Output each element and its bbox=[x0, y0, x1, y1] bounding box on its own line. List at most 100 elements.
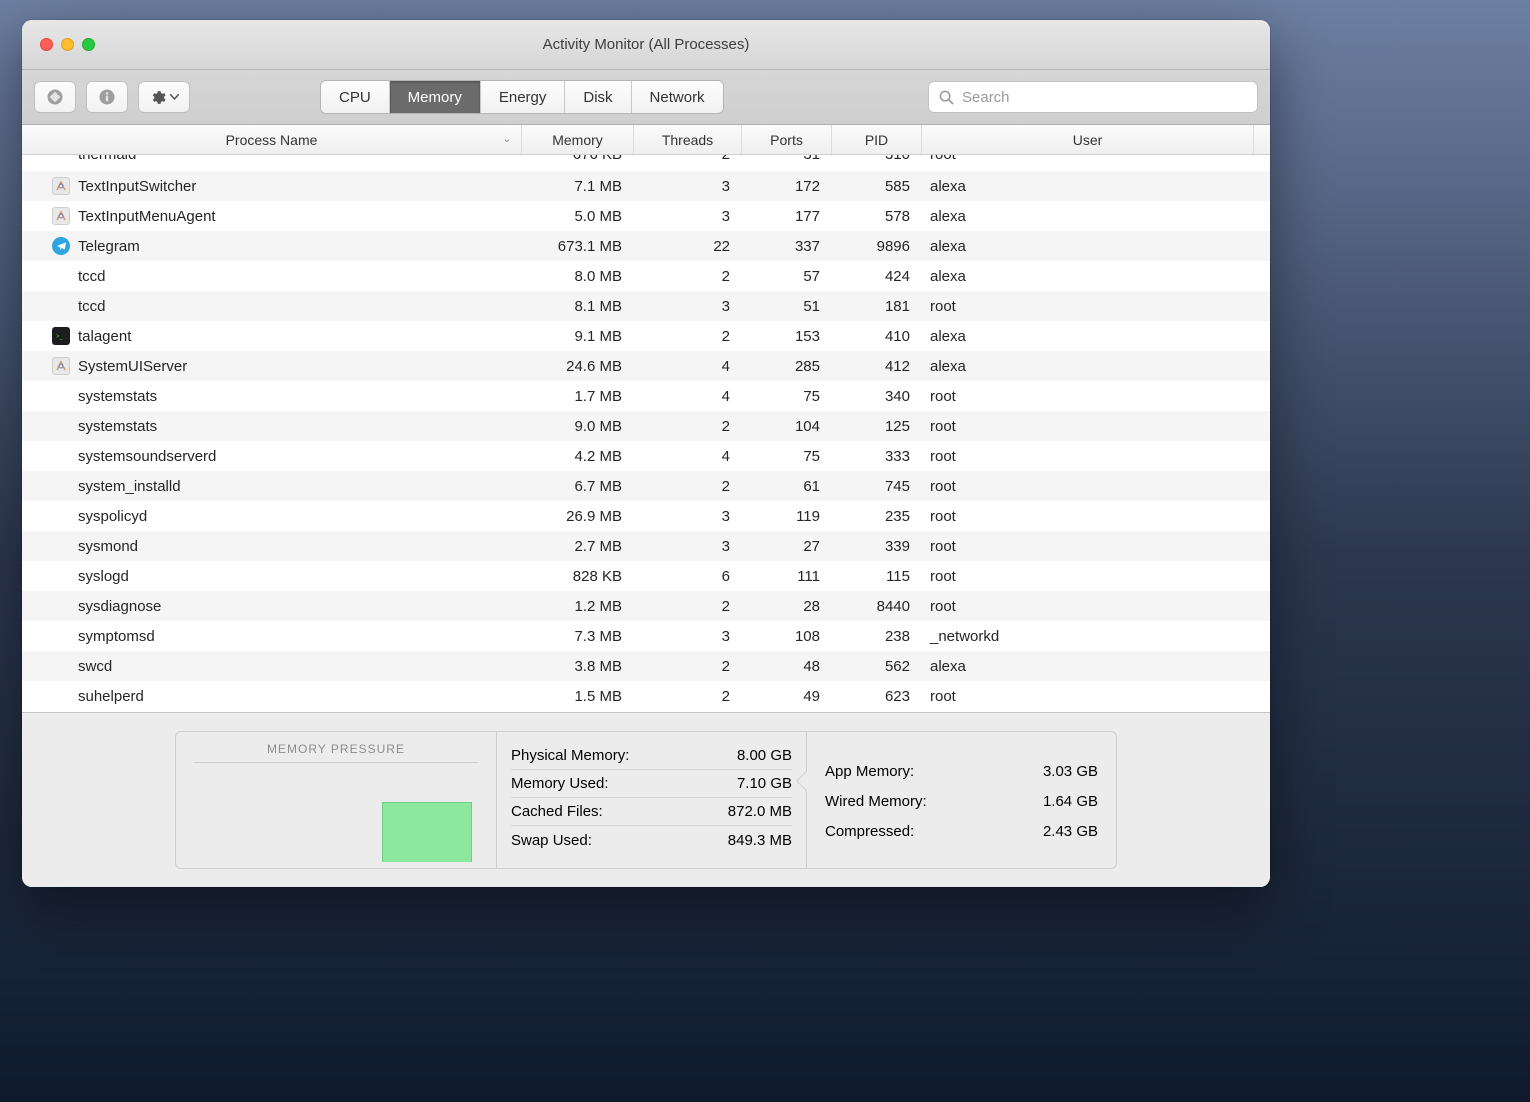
compressed-label: Compressed: bbox=[825, 823, 914, 840]
process-pid: 578 bbox=[832, 208, 922, 225]
table-row[interactable]: TextInputSwitcher7.1 MB3172585alexa bbox=[22, 171, 1270, 201]
process-user: alexa bbox=[922, 208, 1270, 225]
stop-process-button[interactable] bbox=[34, 81, 76, 113]
activity-monitor-window: Activity Monitor (All Processes) CPU Mem… bbox=[22, 20, 1270, 887]
no-icon bbox=[52, 387, 70, 405]
column-header-name[interactable]: Process Name ⌄ bbox=[22, 125, 522, 154]
process-ports: 104 bbox=[742, 418, 832, 435]
process-name: tccd bbox=[78, 298, 522, 315]
table-row[interactable]: SystemUIServer24.6 MB4285412alexa bbox=[22, 351, 1270, 381]
no-icon bbox=[52, 447, 70, 465]
process-threads: 3 bbox=[634, 628, 742, 645]
table-row[interactable]: tccd8.1 MB351181root bbox=[22, 291, 1270, 321]
process-threads: 3 bbox=[634, 208, 742, 225]
table-row[interactable]: suhelperd1.5 MB249623root bbox=[22, 681, 1270, 711]
no-icon bbox=[52, 627, 70, 645]
process-name: talagent bbox=[78, 328, 522, 345]
table-row[interactable]: thermald676 KB231310root bbox=[22, 155, 1270, 171]
no-icon bbox=[52, 507, 70, 525]
process-name: systemstats bbox=[78, 418, 522, 435]
process-memory: 828 KB bbox=[522, 568, 634, 585]
process-threads: 2 bbox=[634, 268, 742, 285]
process-table[interactable]: thermald676 KB231310rootTextInputSwitche… bbox=[22, 155, 1270, 712]
process-pid: 339 bbox=[832, 538, 922, 555]
tab-memory[interactable]: Memory bbox=[390, 81, 481, 113]
process-pid: 424 bbox=[832, 268, 922, 285]
process-pid: 310 bbox=[832, 155, 922, 163]
tab-cpu[interactable]: CPU bbox=[321, 81, 390, 113]
process-threads: 3 bbox=[634, 298, 742, 315]
minimize-window-button[interactable] bbox=[61, 38, 74, 51]
process-ports: 61 bbox=[742, 478, 832, 495]
no-icon bbox=[52, 155, 70, 171]
process-name: suhelperd bbox=[78, 688, 522, 705]
search-field[interactable] bbox=[928, 81, 1258, 113]
process-user: alexa bbox=[922, 238, 1270, 255]
table-row[interactable]: Telegram673.1 MB223379896alexa bbox=[22, 231, 1270, 261]
search-input[interactable] bbox=[962, 89, 1247, 106]
no-icon bbox=[52, 477, 70, 495]
tab-network[interactable]: Network bbox=[632, 81, 723, 113]
process-user: root bbox=[922, 478, 1270, 495]
column-header-threads[interactable]: Threads bbox=[634, 125, 742, 154]
column-header-pid[interactable]: PID bbox=[832, 125, 922, 154]
memory-pressure-bar bbox=[382, 802, 472, 862]
process-ports: 48 bbox=[742, 658, 832, 675]
table-row[interactable]: system_installd6.7 MB261745root bbox=[22, 471, 1270, 501]
table-row[interactable]: >_talagent9.1 MB2153410alexa bbox=[22, 321, 1270, 351]
column-header-memory[interactable]: Memory bbox=[522, 125, 634, 154]
column-header-ports[interactable]: Ports bbox=[742, 125, 832, 154]
no-icon bbox=[52, 657, 70, 675]
no-icon bbox=[52, 567, 70, 585]
inspect-process-button[interactable] bbox=[86, 81, 128, 113]
process-pid: 333 bbox=[832, 448, 922, 465]
process-ports: 285 bbox=[742, 358, 832, 375]
table-row[interactable]: sysmond2.7 MB327339root bbox=[22, 531, 1270, 561]
table-row[interactable]: sysdiagnose1.2 MB2288440root bbox=[22, 591, 1270, 621]
column-header-user[interactable]: User bbox=[922, 125, 1254, 154]
process-name: systemsoundserverd bbox=[78, 448, 522, 465]
process-name: system_installd bbox=[78, 478, 522, 495]
gear-icon bbox=[149, 89, 166, 106]
tab-selector: CPU Memory Energy Disk Network bbox=[320, 80, 724, 114]
process-name: syslogd bbox=[78, 568, 522, 585]
process-threads: 4 bbox=[634, 388, 742, 405]
table-row[interactable]: systemstats1.7 MB475340root bbox=[22, 381, 1270, 411]
cached-files-label: Cached Files: bbox=[511, 803, 603, 820]
process-user: root bbox=[922, 688, 1270, 705]
table-row[interactable]: syspolicyd26.9 MB3119235root bbox=[22, 501, 1270, 531]
info-icon bbox=[98, 88, 116, 106]
table-row[interactable]: symptomsd7.3 MB3108238_networkd bbox=[22, 621, 1270, 651]
table-row[interactable]: systemstats9.0 MB2104125root bbox=[22, 411, 1270, 441]
process-name: syspolicyd bbox=[78, 508, 522, 525]
memory-used-value: 7.10 GB bbox=[737, 775, 792, 792]
tab-energy[interactable]: Energy bbox=[481, 81, 566, 113]
zoom-window-button[interactable] bbox=[82, 38, 95, 51]
table-row[interactable]: swcd3.8 MB248562alexa bbox=[22, 651, 1270, 681]
process-memory: 673.1 MB bbox=[522, 238, 634, 255]
titlebar[interactable]: Activity Monitor (All Processes) bbox=[22, 20, 1270, 70]
process-user: root bbox=[922, 538, 1270, 555]
process-threads: 2 bbox=[634, 478, 742, 495]
tab-disk[interactable]: Disk bbox=[565, 81, 631, 113]
process-threads: 3 bbox=[634, 178, 742, 195]
process-threads: 2 bbox=[634, 598, 742, 615]
process-user: root bbox=[922, 388, 1270, 405]
table-row[interactable]: TextInputMenuAgent5.0 MB3177578alexa bbox=[22, 201, 1270, 231]
process-memory: 3.8 MB bbox=[522, 658, 634, 675]
process-name: TextInputSwitcher bbox=[78, 178, 522, 195]
process-ports: 51 bbox=[742, 298, 832, 315]
process-name: systemstats bbox=[78, 388, 522, 405]
actions-menu-button[interactable] bbox=[138, 81, 190, 113]
table-row[interactable]: tccd8.0 MB257424alexa bbox=[22, 261, 1270, 291]
table-row[interactable]: syslogd828 KB6111115root bbox=[22, 561, 1270, 591]
process-pid: 745 bbox=[832, 478, 922, 495]
process-user: root bbox=[922, 418, 1270, 435]
process-threads: 6 bbox=[634, 568, 742, 585]
process-memory: 5.0 MB bbox=[522, 208, 634, 225]
table-row[interactable]: systemsoundserverd4.2 MB475333root bbox=[22, 441, 1270, 471]
process-memory: 9.1 MB bbox=[522, 328, 634, 345]
close-window-button[interactable] bbox=[40, 38, 53, 51]
chevron-down-icon bbox=[170, 94, 179, 100]
process-threads: 4 bbox=[634, 358, 742, 375]
